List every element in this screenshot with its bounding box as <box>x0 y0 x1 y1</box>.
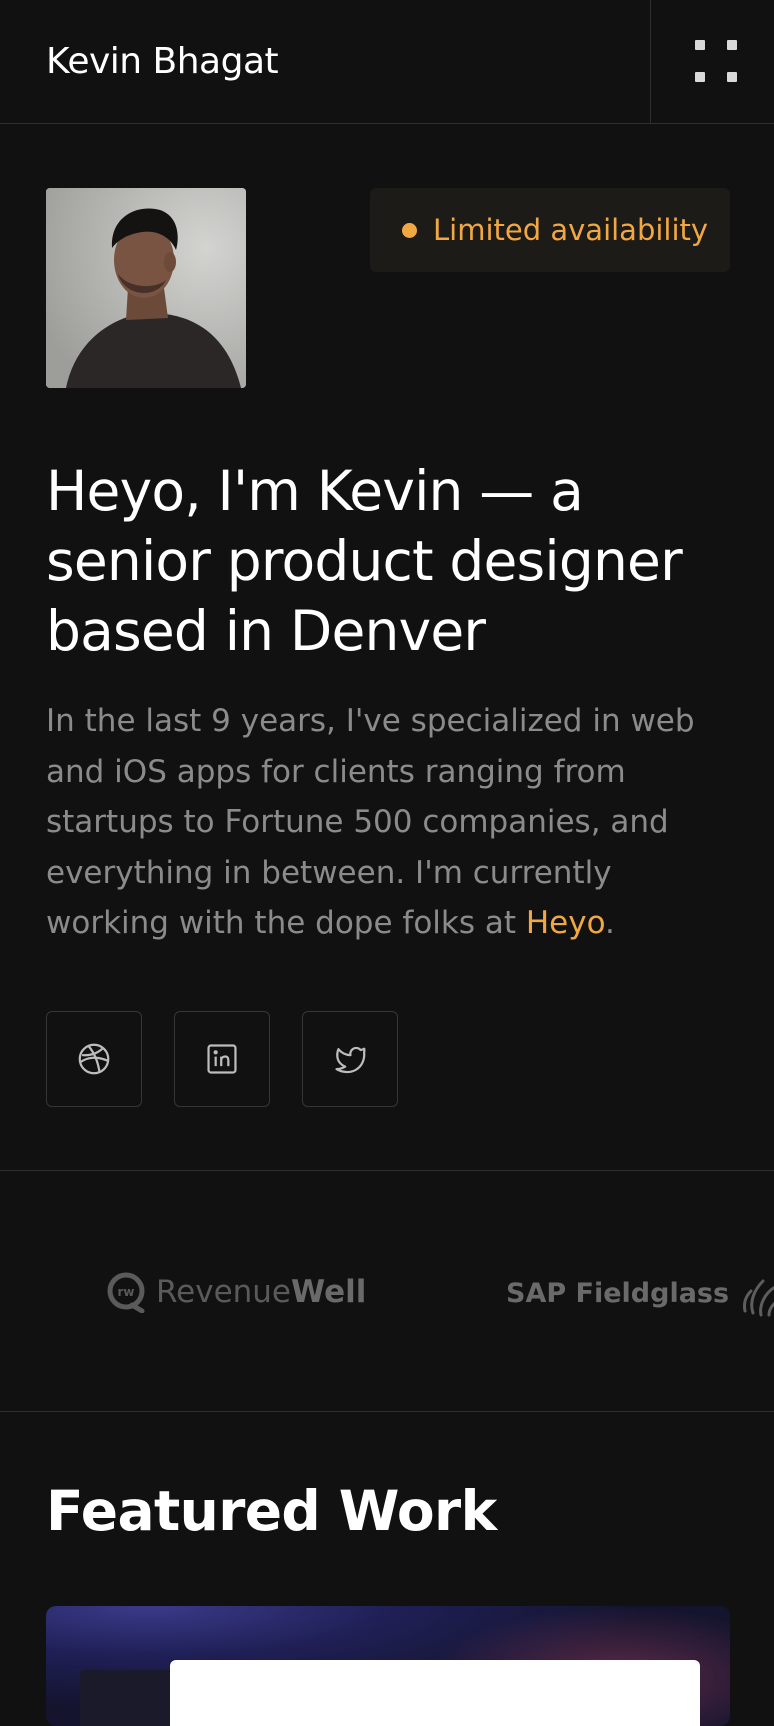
revenuewell-mark-icon: rw <box>107 1272 145 1313</box>
menu-button[interactable] <box>650 0 774 123</box>
intro-end: . <box>605 905 615 941</box>
revenuewell-wordmark: RevenueWell <box>156 1272 366 1312</box>
fieldglass-mark-icon <box>743 1279 774 1317</box>
sap-fieldglass-logo: SAP Fieldglass <box>506 1271 774 1317</box>
twitter-button[interactable] <box>302 1011 398 1107</box>
linkedin-button[interactable] <box>174 1011 270 1107</box>
availability-badge: Limited availability <box>370 188 730 272</box>
dribbble-icon <box>78 1043 110 1075</box>
client-logos: rw RevenueWell SAP Fieldglass <box>0 1170 774 1412</box>
heyo-link[interactable]: Heyo <box>526 905 605 941</box>
twitter-icon <box>335 1046 366 1074</box>
hero-headline: Heyo, I'm Kevin — a senior product desig… <box>46 459 683 663</box>
portrait-photo <box>46 188 246 388</box>
hero-intro: In the last 9 years, I've specialized in… <box>46 696 736 949</box>
featured-work-card[interactable] <box>46 1606 730 1726</box>
grid-menu-icon[interactable] <box>695 40 737 82</box>
revenuewell-light: Revenue <box>156 1274 292 1310</box>
availability-text: Limited availability <box>433 213 709 247</box>
sap-wordmark: SAP Fieldglass <box>506 1278 730 1309</box>
card-preview-screenshot <box>170 1660 700 1726</box>
featured-work-title: Featured Work <box>46 1479 497 1543</box>
site-header: Kevin Bhagat <box>0 0 774 124</box>
svg-text:rw: rw <box>117 1285 134 1299</box>
revenuewell-bold: Well <box>291 1274 367 1310</box>
avatar <box>46 188 246 388</box>
site-brand[interactable]: Kevin Bhagat <box>46 40 279 84</box>
card-preview-sidebar <box>80 1670 176 1726</box>
revenuewell-logo: rw RevenueWell <box>106 1269 366 1315</box>
dribbble-button[interactable] <box>46 1011 142 1107</box>
linkedin-icon <box>207 1044 237 1074</box>
status-dot-icon <box>402 223 417 238</box>
